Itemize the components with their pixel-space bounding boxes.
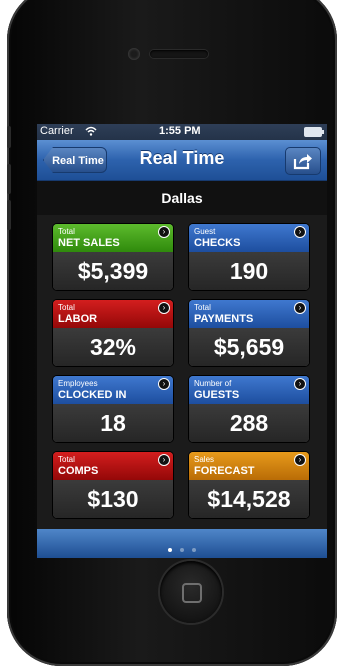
- status-time: 1:55 PM: [159, 125, 201, 137]
- location-header: Dallas: [37, 181, 327, 215]
- share-icon: [293, 154, 312, 170]
- tile-value: 288: [189, 404, 309, 442]
- tile-value: 190: [189, 252, 309, 290]
- tile-label: FORECAST: [194, 465, 255, 477]
- metric-tile-clocked-in[interactable]: Employees CLOCKED IN › 18: [53, 376, 173, 442]
- mute-switch: [7, 126, 11, 148]
- carrier-label: Carrier: [40, 125, 74, 137]
- tile-value: $5,399: [53, 252, 173, 290]
- volume-down-button: [7, 200, 11, 230]
- metric-tile-net-sales[interactable]: Total NET SALES › $5,399: [53, 224, 173, 290]
- metric-tile-guest-checks[interactable]: Guest CHECKS › 190: [189, 224, 309, 290]
- tile-caption: Total: [58, 455, 75, 464]
- page-dot-2[interactable]: [180, 548, 184, 552]
- metrics-grid: Total NET SALES › $5,399 Guest CHECKS › 190 …: [37, 215, 327, 529]
- tile-caption: Sales: [194, 455, 215, 464]
- metric-tile-labor[interactable]: Total LABOR › 32%: [53, 300, 173, 366]
- battery-icon: [304, 127, 324, 137]
- status-bar: Carrier 1:55 PM: [37, 124, 327, 140]
- home-button[interactable]: [160, 561, 222, 623]
- tile-value: $14,528: [189, 480, 309, 518]
- camera-icon: [128, 48, 140, 60]
- detail-arrow-icon[interactable]: ›: [294, 454, 306, 466]
- tile-label: CLOCKED IN: [58, 389, 127, 401]
- metric-tile-comps[interactable]: Total COMPS › $130: [53, 452, 173, 518]
- tile-label: COMPS: [58, 465, 99, 477]
- navigation-bar: Real Time Real Time: [37, 140, 327, 181]
- back-button[interactable]: Real Time: [43, 147, 107, 173]
- tile-caption: Guest: [194, 227, 216, 236]
- tile-value: $5,659: [189, 328, 309, 366]
- detail-arrow-icon[interactable]: ›: [158, 454, 170, 466]
- page-indicator[interactable]: [37, 539, 327, 557]
- page-control-bar: [37, 529, 327, 558]
- tile-caption: Employees: [58, 379, 98, 388]
- detail-arrow-icon[interactable]: ›: [294, 302, 306, 314]
- detail-arrow-icon[interactable]: ›: [158, 378, 170, 390]
- detail-arrow-icon[interactable]: ›: [158, 302, 170, 314]
- tile-value: $130: [53, 480, 173, 518]
- wifi-icon: [85, 126, 97, 136]
- metric-tile-forecast[interactable]: Sales FORECAST › $14,528: [189, 452, 309, 518]
- app-screen: Carrier 1:55 PM Real Time Real Time Dall…: [37, 124, 327, 558]
- tile-caption: Total: [194, 303, 211, 312]
- tile-caption: Total: [58, 227, 75, 236]
- page-dot-1[interactable]: [168, 548, 172, 552]
- tile-label: LABOR: [58, 313, 98, 325]
- page-dot-3[interactable]: [192, 548, 196, 552]
- metric-tile-guests[interactable]: Number of GUESTS › 288: [189, 376, 309, 442]
- tile-caption: Number of: [194, 379, 232, 388]
- home-button-icon: [182, 583, 202, 603]
- detail-arrow-icon[interactable]: ›: [294, 226, 306, 238]
- speaker-grille: [150, 50, 208, 58]
- tile-label: PAYMENTS: [194, 313, 254, 325]
- tile-value: 32%: [53, 328, 173, 366]
- tile-caption: Total: [58, 303, 75, 312]
- metric-tile-payments[interactable]: Total PAYMENTS › $5,659: [189, 300, 309, 366]
- volume-up-button: [7, 164, 11, 194]
- detail-arrow-icon[interactable]: ›: [294, 378, 306, 390]
- tile-label: CHECKS: [194, 237, 241, 249]
- share-button[interactable]: [285, 147, 321, 175]
- tile-label: GUESTS: [194, 389, 240, 401]
- detail-arrow-icon[interactable]: ›: [158, 226, 170, 238]
- tile-label: NET SALES: [58, 237, 120, 249]
- tile-value: 18: [53, 404, 173, 442]
